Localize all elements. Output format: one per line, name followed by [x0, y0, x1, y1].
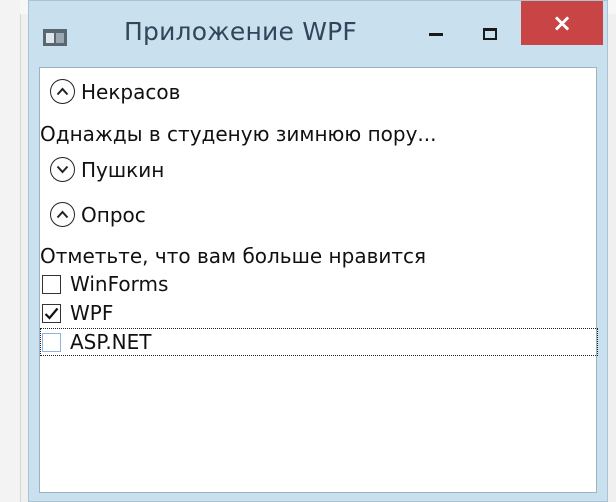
minimize-icon	[429, 33, 443, 36]
expander-nekrasov-content: Однажды в студеную зимнюю пору...	[40, 122, 437, 146]
background-editor-left	[0, 0, 21, 502]
title-bar[interactable]: Приложение WPF ×	[29, 1, 607, 67]
app-window-icon[interactable]	[43, 29, 67, 46]
chevron-up-icon[interactable]	[50, 202, 75, 227]
checkbox-label: ASP.NET	[70, 330, 152, 354]
expander-pushkin-header[interactable]: Пушкин	[40, 157, 164, 182]
client-area: Некрасов Однажды в студеную зимнюю пору.…	[39, 67, 598, 493]
chevron-down-icon[interactable]	[50, 157, 75, 182]
checkbox-label: WinForms	[70, 272, 169, 296]
expander-nekrasov-header[interactable]: Некрасов	[40, 79, 180, 104]
checkbox-label: WPF	[70, 301, 114, 325]
expander-opros-header[interactable]: Опрос	[40, 202, 146, 227]
checkbox-box[interactable]	[42, 332, 61, 352]
checkbox-box[interactable]	[42, 303, 61, 323]
expander-opros-label: Опрос	[81, 202, 146, 227]
maximize-icon	[483, 28, 497, 40]
chevron-up-icon[interactable]	[50, 79, 75, 104]
wpf-window: Приложение WPF × Некрасов Однажды в студ…	[28, 0, 608, 502]
checkbox-wpf[interactable]: WPF	[40, 301, 113, 325]
maximize-button[interactable]	[477, 7, 507, 41]
checkbox-box[interactable]	[42, 274, 61, 294]
survey-prompt: Отметьте, что вам больше нравится	[40, 244, 427, 268]
expander-pushkin-label: Пушкин	[81, 157, 165, 182]
close-icon: ×	[551, 9, 573, 37]
minimize-button[interactable]	[425, 7, 455, 41]
close-button[interactable]: ×	[521, 1, 603, 45]
check-icon	[44, 307, 59, 320]
checkbox-winforms[interactable]: WinForms	[40, 272, 168, 296]
expander-nekrasov-label: Некрасов	[81, 79, 181, 104]
window-title: Приложение WPF	[124, 17, 357, 46]
checkbox-aspnet[interactable]: ASP.NET	[40, 330, 152, 354]
